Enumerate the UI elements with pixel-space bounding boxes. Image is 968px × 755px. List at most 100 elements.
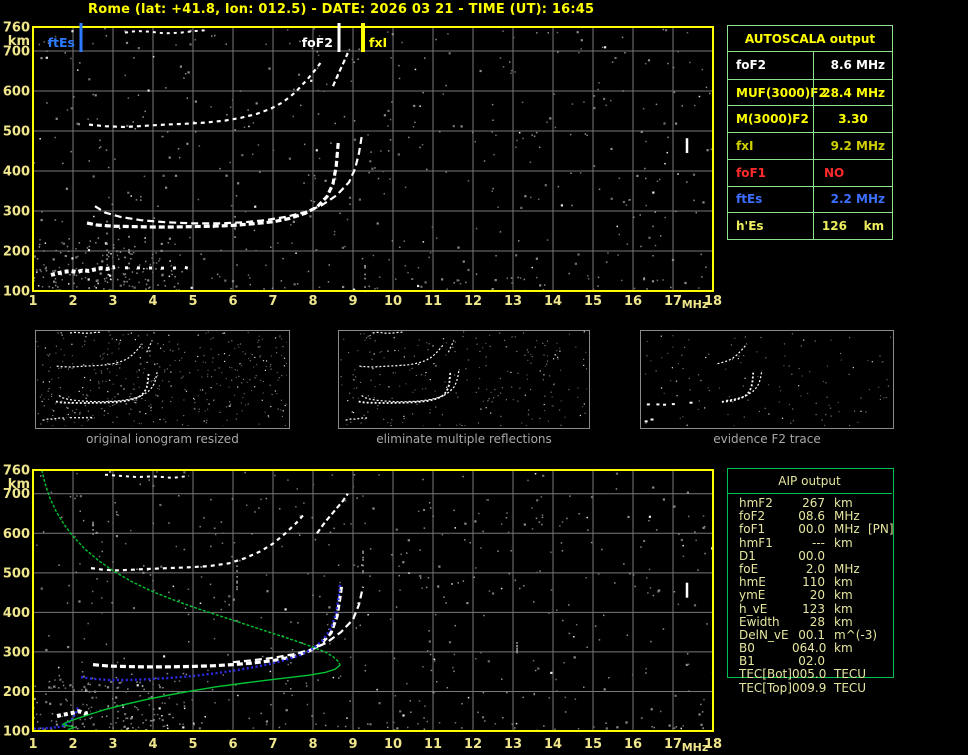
autoscala-row-value: 3.30 bbox=[813, 106, 892, 133]
aip-row-value: 123 bbox=[802, 601, 825, 616]
svg-text:10: 10 bbox=[384, 737, 402, 752]
autoscala-row-label: foF2 bbox=[736, 58, 767, 73]
aip-row-unit: MHz bbox=[834, 522, 860, 537]
svg-text:16: 16 bbox=[624, 737, 642, 752]
svg-text:600: 600 bbox=[3, 85, 30, 100]
svg-text:17: 17 bbox=[664, 737, 682, 752]
autoscala-row-h'Es: h'Es 126 km bbox=[728, 212, 892, 239]
svg-text:12: 12 bbox=[464, 294, 482, 309]
svg-text:MHz: MHz bbox=[682, 298, 709, 311]
aip-row-Ewidth: Ewidth 28 km bbox=[739, 614, 894, 629]
aip-row-unit: TECU bbox=[834, 680, 867, 695]
svg-text:500: 500 bbox=[3, 125, 30, 140]
autoscala-row-label: M(3000)F2 bbox=[736, 112, 809, 127]
aip-output-table: hmF2 267 km foF2 08.6 MHz foF1 00.0 MHz [PN] hmF1-… bbox=[739, 496, 894, 695]
autoscala-row-label: ftEs bbox=[736, 192, 763, 207]
aip-row-unit: km bbox=[834, 641, 853, 656]
svg-text:6: 6 bbox=[228, 737, 237, 752]
svg-text:5: 5 bbox=[188, 737, 197, 752]
autoscala-screen: Rome (lat: +41.8, lon: 012.5) - DATE: 20… bbox=[0, 0, 968, 755]
aip-row-label: TEC[Bot] bbox=[739, 667, 792, 682]
aip-row-label: hmF1 bbox=[739, 535, 773, 550]
thumbnail-caption-original: original ionogram resized bbox=[86, 432, 239, 446]
aip-row-unit: km bbox=[834, 614, 853, 629]
svg-text:7: 7 bbox=[268, 294, 277, 309]
svg-text:14: 14 bbox=[544, 737, 562, 752]
bottom-ionogram-plot: 1 2 3 4 5 6 7 8 9 10 11 12 13 14 15 16 17 18MHz7607006005… bbox=[3, 464, 722, 755]
aip-row-value: 28 bbox=[809, 614, 825, 629]
aip-row-hmF1: hmF1 --- km bbox=[739, 535, 894, 550]
svg-text:11: 11 bbox=[424, 737, 442, 752]
svg-text:4: 4 bbox=[148, 737, 157, 752]
autoscala-row-MUF(3000)F2: MUF(3000)F2 28.4 MHz bbox=[728, 78, 892, 106]
autoscala-row-label: foF1 bbox=[736, 165, 767, 180]
svg-text:km: km bbox=[8, 477, 30, 492]
thumbnail-eliminate-reflections-image bbox=[340, 331, 588, 427]
svg-text:13: 13 bbox=[504, 294, 522, 309]
svg-text:14: 14 bbox=[544, 294, 562, 309]
aip-row-label: h_vE bbox=[739, 601, 768, 616]
aip-row-label: foF1 bbox=[739, 522, 766, 537]
svg-text:MHz: MHz bbox=[682, 741, 709, 754]
svg-text:2: 2 bbox=[68, 737, 77, 752]
svg-text:17: 17 bbox=[664, 294, 682, 309]
autoscala-row-ftEs: ftEs 2.2 MHz bbox=[728, 185, 892, 213]
autoscala-row-label: fxI bbox=[736, 138, 754, 153]
aip-row-foF1: foF1 00.0 MHz [PN] bbox=[739, 523, 894, 536]
svg-text:15: 15 bbox=[584, 737, 602, 752]
svg-text:ftEs: ftEs bbox=[48, 35, 75, 50]
aip-row-TEC[Bot]: TEC[Bot]005.0 TECU bbox=[739, 668, 894, 681]
svg-text:9: 9 bbox=[348, 294, 357, 309]
aip-row-extra: [PN] bbox=[868, 522, 894, 537]
aip-row-value: 00.0 bbox=[798, 548, 825, 563]
svg-text:4: 4 bbox=[148, 294, 157, 309]
thumbnail-evidence-f2-trace bbox=[640, 330, 894, 429]
svg-text:2: 2 bbox=[68, 294, 77, 309]
aip-row-ymE: ymE 20 km bbox=[739, 589, 894, 602]
svg-text:3: 3 bbox=[108, 737, 117, 752]
aip-row-value: --- bbox=[812, 535, 825, 550]
svg-text:200: 200 bbox=[3, 685, 30, 700]
svg-text:11: 11 bbox=[424, 294, 442, 309]
aip-row-unit: km bbox=[834, 588, 853, 603]
autoscala-row-foF1: foF1 NO bbox=[728, 158, 892, 186]
svg-text:10: 10 bbox=[384, 294, 402, 309]
thumbnail-caption-evidence: evidence F2 trace bbox=[713, 432, 821, 446]
svg-text:15: 15 bbox=[584, 294, 602, 309]
svg-text:8: 8 bbox=[308, 294, 317, 309]
svg-text:400: 400 bbox=[3, 165, 30, 180]
autoscala-row-value: NO bbox=[813, 159, 892, 186]
svg-text:13: 13 bbox=[504, 737, 522, 752]
svg-text:300: 300 bbox=[3, 645, 30, 660]
thumbnail-eliminate-reflections bbox=[338, 330, 590, 429]
svg-text:9: 9 bbox=[348, 737, 357, 752]
aip-row-TEC[Top]: TEC[Top]009.9 TECU bbox=[739, 680, 894, 695]
thumbnail-caption-eliminate: eliminate multiple reflections bbox=[376, 432, 552, 446]
autoscala-row-label: MUF(3000)F2 bbox=[736, 85, 827, 100]
aip-row-label: ymE bbox=[739, 588, 766, 603]
svg-text:5: 5 bbox=[188, 294, 197, 309]
autoscala-row-foF2: foF2 8.6 MHz bbox=[728, 52, 892, 79]
autoscala-row-value: 126 km bbox=[813, 213, 892, 239]
aip-row-label: Ewidth bbox=[739, 614, 780, 629]
svg-text:200: 200 bbox=[3, 245, 30, 260]
svg-text:400: 400 bbox=[3, 606, 30, 621]
svg-text:6: 6 bbox=[228, 294, 237, 309]
aip-row-unit: km bbox=[834, 535, 853, 550]
autoscala-row-value: 9.2 MHz bbox=[813, 133, 892, 159]
aip-row-label: D1 bbox=[739, 548, 756, 563]
svg-text:100: 100 bbox=[3, 725, 30, 740]
svg-text:600: 600 bbox=[3, 527, 30, 542]
svg-text:3: 3 bbox=[108, 294, 117, 309]
thumbnail-original-ionogram-image bbox=[36, 331, 288, 427]
autoscala-row-M(3000)F2: M(3000)F2 3.30 bbox=[728, 105, 892, 133]
svg-text:16: 16 bbox=[624, 294, 642, 309]
aip-row-unit: TECU bbox=[834, 667, 867, 682]
svg-text:8: 8 bbox=[308, 737, 317, 752]
svg-text:km: km bbox=[8, 34, 30, 49]
aip-row-h_vE: h_vE 123 km bbox=[739, 601, 894, 616]
svg-text:300: 300 bbox=[3, 205, 30, 220]
svg-text:100: 100 bbox=[3, 285, 30, 300]
autoscala-table-header: AUTOSCALA output bbox=[728, 26, 892, 52]
thumbnail-evidence-f2-trace-image bbox=[644, 333, 892, 428]
